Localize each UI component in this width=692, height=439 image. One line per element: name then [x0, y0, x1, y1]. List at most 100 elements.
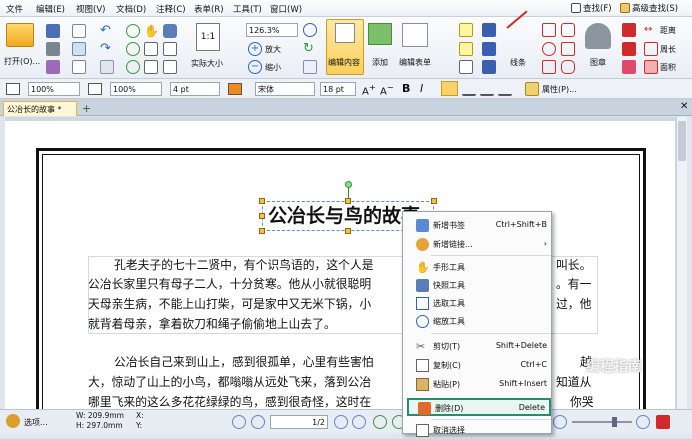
zoom-out-button[interactable]: [553, 415, 567, 429]
line-width-field[interactable]: 4 pt: [170, 82, 220, 96]
width-fit-icon[interactable]: [163, 60, 177, 74]
zoom-in-label[interactable]: 放大: [265, 44, 281, 55]
zoom-out-label[interactable]: 缩小: [265, 62, 281, 73]
tab-document[interactable]: 公冶长的故事 *: [3, 101, 77, 116]
print-icon[interactable]: [46, 42, 60, 56]
resize-handle[interactable]: [259, 198, 265, 204]
stroke-color-swatch[interactable]: [88, 83, 102, 95]
distance-icon[interactable]: ↔: [644, 23, 658, 37]
zoom-in-icon[interactable]: +: [248, 42, 262, 56]
menu-document[interactable]: 文档(D): [116, 3, 146, 15]
align-justify-button[interactable]: [498, 82, 512, 96]
zoom-slider-thumb[interactable]: [612, 417, 617, 427]
menu-item-paste[interactable]: 粘贴(P) Shift+Insert: [403, 376, 553, 393]
save-icon[interactable]: [46, 24, 60, 38]
sound-icon[interactable]: [482, 60, 496, 74]
prev-view-icon[interactable]: [126, 24, 140, 38]
textbox-icon[interactable]: [459, 42, 473, 56]
hand-tool-icon[interactable]: ✋: [144, 24, 159, 38]
menu-item-select-tool[interactable]: 选取工具: [403, 295, 553, 312]
document-title[interactable]: 公冶长与鸟的故事: [268, 204, 420, 228]
back-button[interactable]: [373, 415, 387, 429]
actual-size-label[interactable]: 实际大小: [191, 58, 223, 69]
menu-item-new-link[interactable]: 新增链接... ›: [403, 236, 553, 253]
next-view-icon[interactable]: [126, 42, 140, 56]
edit-form-label[interactable]: 编辑表单: [399, 57, 431, 68]
clipboard-icon[interactable]: [100, 60, 114, 74]
menu-item-deselect[interactable]: 取消选择: [403, 422, 553, 439]
rectangle-tool-icon[interactable]: [542, 60, 556, 74]
menu-comment[interactable]: 注释(C): [156, 3, 186, 15]
menu-item-cut[interactable]: ✂ 剪切(T) Shift+Delete: [403, 338, 553, 355]
open-label[interactable]: 打开(O)...: [4, 56, 40, 67]
area-icon[interactable]: [644, 60, 658, 74]
area-label[interactable]: 面积: [660, 62, 676, 73]
edit-form-icon[interactable]: [402, 23, 428, 47]
oval-tool-icon[interactable]: [542, 42, 556, 56]
first-page-icon[interactable]: [126, 60, 140, 74]
typewriter-icon[interactable]: [459, 23, 473, 37]
scan-icon[interactable]: [72, 42, 86, 56]
distance-label[interactable]: 距离: [660, 25, 676, 36]
new-document-icon[interactable]: [72, 60, 86, 74]
arrow-tool-icon[interactable]: [542, 23, 556, 37]
zoom-out-icon[interactable]: −: [248, 60, 262, 74]
scrollbar-thumb[interactable]: [678, 121, 686, 161]
menu-item-delete[interactable]: 删除(D) Delete: [407, 398, 551, 416]
properties-button[interactable]: 属性(P)...: [542, 84, 577, 95]
select-annotation-icon[interactable]: [163, 42, 177, 56]
advanced-find-button[interactable]: 高级查找(S): [620, 2, 678, 14]
stamp-icon[interactable]: [585, 23, 611, 49]
resize-handle[interactable]: [431, 198, 437, 204]
text-color-swatch[interactable]: [228, 83, 242, 95]
zoom-level-field[interactable]: 126.3%: [246, 23, 298, 37]
vertical-scrollbar[interactable]: [676, 117, 687, 409]
prev-page-button[interactable]: [251, 415, 265, 429]
rotate-handle[interactable]: [345, 181, 352, 188]
menu-view[interactable]: 视图(V): [76, 3, 105, 15]
open-folder-icon[interactable]: [6, 23, 34, 47]
sticky-note-icon[interactable]: [622, 60, 636, 74]
menu-window[interactable]: 窗口(W): [270, 3, 302, 15]
zoom-in-button[interactable]: [636, 415, 650, 429]
font-size-field[interactable]: 18 pt: [320, 82, 356, 96]
stroke-opacity-field[interactable]: 100%: [110, 82, 162, 96]
menu-item-new-bookmark[interactable]: 新增书签 Ctrl+Shift+B: [403, 217, 553, 234]
align-left-button[interactable]: [441, 81, 458, 96]
redo-icon[interactable]: ↷: [100, 42, 114, 56]
eraser-icon[interactable]: [622, 23, 636, 37]
first-page-button[interactable]: [232, 415, 246, 429]
attach-icon[interactable]: [482, 42, 496, 56]
zoom-slider[interactable]: [572, 421, 632, 423]
perimeter-label[interactable]: 周长: [660, 44, 676, 55]
zoom-search-icon[interactable]: [303, 23, 317, 37]
polygon-tool-icon[interactable]: [561, 42, 575, 56]
menu-tools[interactable]: 工具(T): [233, 3, 262, 15]
last-page-button[interactable]: [352, 415, 366, 429]
resize-handle[interactable]: [345, 228, 351, 234]
align-right-button[interactable]: [480, 82, 494, 96]
select-tool-icon[interactable]: [144, 42, 158, 56]
italic-button[interactable]: I: [420, 82, 423, 95]
close-tab-icon[interactable]: ✕: [680, 101, 688, 112]
page-fit-icon[interactable]: [144, 60, 158, 74]
resize-handle[interactable]: [259, 228, 265, 234]
undo-icon[interactable]: ↶: [100, 24, 114, 38]
font-decrease-icon[interactable]: A−: [380, 82, 394, 97]
align-center-button[interactable]: [462, 82, 476, 96]
actual-size-icon[interactable]: 1:1: [196, 23, 220, 51]
properties-icon[interactable]: [525, 82, 539, 96]
polyline-tool-icon[interactable]: [561, 23, 575, 37]
snapshot-icon[interactable]: [163, 24, 177, 38]
menu-file[interactable]: 文件: [6, 3, 23, 15]
email-icon[interactable]: [72, 24, 86, 38]
new-tab-button[interactable]: +: [82, 102, 91, 115]
callout-icon[interactable]: [459, 60, 473, 74]
pdf-icon[interactable]: [656, 415, 670, 429]
menu-item-snapshot[interactable]: 快照工具: [403, 277, 553, 294]
cloud-tool-icon[interactable]: [561, 60, 575, 74]
add-image-icon[interactable]: [368, 23, 392, 45]
reflow-icon[interactable]: [303, 60, 317, 74]
rotate-icon[interactable]: ↻: [303, 42, 317, 56]
add-label[interactable]: 添加: [372, 57, 388, 68]
